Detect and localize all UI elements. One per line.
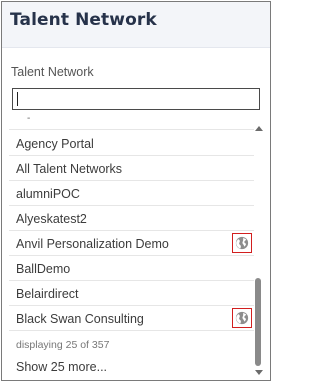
list-item-label: All Talent Networks [16,162,123,176]
results-count-text: displaying 25 of 357 [16,339,110,351]
scroll-up-arrow-icon[interactable] [255,126,263,131]
list-item[interactable]: Alyeskatest2 [9,206,254,231]
talent-network-search-box[interactable] [12,88,260,110]
page-title: Talent Network [10,10,157,30]
list-item[interactable]: BallDemo [9,256,254,281]
list-item-label: Anvil Personalization Demo [16,237,169,251]
list-scrollbar[interactable] [254,112,264,380]
list-item[interactable]: Belairdirect [9,281,254,306]
list-item[interactable]: All Talent Networks [9,156,254,181]
list-item[interactable]: alumniPOC [9,181,254,206]
text-caret [17,92,18,106]
list-item[interactable]: Anvil Personalization Demo [9,231,254,256]
list-item-label: Alyeskatest2 [16,212,87,226]
list-item-partial[interactable]: - [9,112,254,130]
list-item-label: Belairdirect [16,287,79,301]
talent-network-search-input[interactable] [17,91,253,107]
scrollbar-thumb[interactable] [255,278,261,366]
list-item-label: Agency Portal [16,137,94,151]
list-item-label: - [27,113,31,124]
talent-network-field-label: Talent Network [11,65,94,79]
list-item[interactable]: Agency Portal [9,131,254,156]
list-item[interactable]: Black Swan Consulting [9,306,254,331]
globe-icon [232,233,252,253]
list-item-label: BallDemo [16,262,71,276]
show-more-link[interactable]: Show 25 more... [16,360,107,374]
talent-network-panel: Talent Network Talent Network - Agency P… [1,1,271,381]
list-items: Agency Portal All Talent Networks alumni… [9,131,254,331]
globe-icon [232,308,252,328]
page-header: Talent Network [2,2,270,48]
list-item-label: Black Swan Consulting [16,312,144,326]
list-item-label: alumniPOC [16,187,80,201]
talent-network-dropdown-list[interactable]: - Agency Portal All Talent Networks alum… [9,112,268,380]
scroll-down-arrow-icon[interactable] [255,370,263,375]
